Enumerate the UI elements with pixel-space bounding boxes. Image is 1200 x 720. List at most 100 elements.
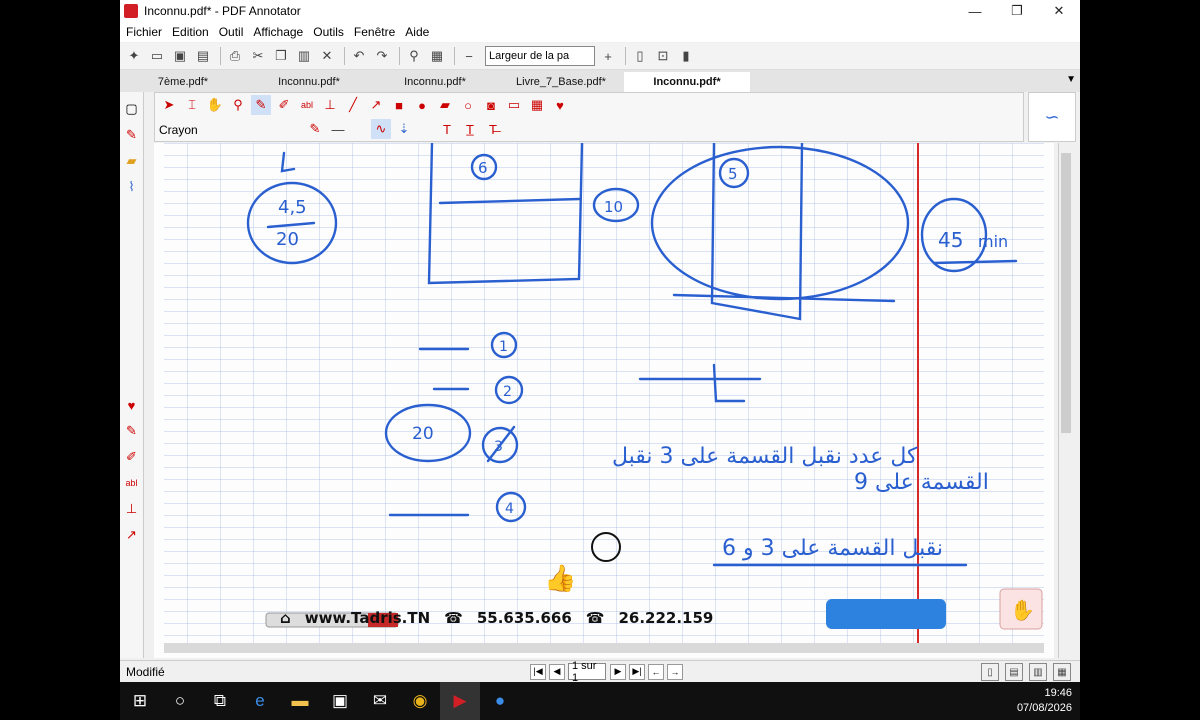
cut-icon[interactable]: ✂ <box>248 46 268 66</box>
favorite-heart-icon[interactable]: ♥ <box>550 95 570 115</box>
app-window: Inconnu.pdf* - PDF Annotator — ❐ ✕ Fichi… <box>120 0 1080 720</box>
fullscreen-icon[interactable]: ▮ <box>676 46 696 66</box>
last-page-icon[interactable]: ▶| <box>629 663 645 680</box>
magnifier-icon[interactable]: ⚲ <box>228 95 248 115</box>
pen-tool-icon[interactable]: ✎ <box>123 422 141 440</box>
menu-fichier[interactable]: Fichier <box>126 25 162 39</box>
maximize-button[interactable]: ❐ <box>996 0 1038 22</box>
marker-icon[interactable]: ✐ <box>274 95 294 115</box>
arrow-icon[interactable]: ↗ <box>366 95 386 115</box>
menu-affichage[interactable]: Affichage <box>253 25 303 39</box>
single-page-icon[interactable]: ▯ <box>630 46 650 66</box>
arrow-tool-icon[interactable]: ↗ <box>123 526 141 544</box>
forward-icon[interactable]: → <box>667 663 683 680</box>
notebook-page[interactable]: 4,5 20 6 5 10 45 min 1 2 3 4 20 كل عدد ن… <box>154 143 1054 658</box>
menu-edition[interactable]: Edition <box>172 25 209 39</box>
delete-icon[interactable]: ✕ <box>317 46 337 66</box>
fit-page-icon[interactable]: ⊡ <box>653 46 673 66</box>
ruler-icon[interactable]: ▭ <box>504 95 524 115</box>
save-as-icon[interactable]: ▤ <box>193 46 213 66</box>
mail-icon[interactable]: ✉ <box>360 682 400 720</box>
paste-icon[interactable]: ▥ <box>294 46 314 66</box>
scrollbar-thumb[interactable] <box>1061 153 1071 433</box>
bookmark-icon[interactable]: ▰ <box>123 152 141 170</box>
tab-livre-7-base[interactable]: Livre_7_Base.pdf* <box>498 72 624 92</box>
task-view-icon[interactable]: ⧉ <box>200 682 240 720</box>
single-view-icon[interactable]: ▯ <box>981 663 999 681</box>
pressure-icon[interactable]: ⇣ <box>394 119 414 139</box>
save-icon[interactable]: ▣ <box>170 46 190 66</box>
tab-7eme[interactable]: 7ème.pdf* <box>120 72 246 92</box>
continuous-view-icon[interactable]: ▤ <box>1005 663 1023 681</box>
hand-icon[interactable]: ✋ <box>205 95 225 115</box>
eraser-icon[interactable]: ▰ <box>435 95 455 115</box>
next-page-icon[interactable]: ▶ <box>610 663 626 680</box>
document-view[interactable]: 4,5 20 6 5 10 45 min 1 2 3 4 20 كل عدد ن… <box>154 143 1054 658</box>
redo-icon[interactable]: ↷ <box>372 46 392 66</box>
undo-icon[interactable]: ↶ <box>349 46 369 66</box>
pen-preview-panel[interactable]: ∽ <box>1028 92 1076 142</box>
attachment-icon[interactable]: ⌇ <box>123 178 141 196</box>
copy-icon[interactable]: ❐ <box>271 46 291 66</box>
pen-favorite-icon[interactable]: ✎ <box>123 126 141 144</box>
min-text: min <box>978 232 1008 251</box>
stamp-tool-icon[interactable]: ⊥ <box>320 95 340 115</box>
two-page-view-icon[interactable]: ▥ <box>1029 663 1047 681</box>
text-underline-icon[interactable]: T̲ <box>460 119 480 139</box>
select-arrow-icon[interactable]: ➤ <box>159 95 179 115</box>
edge-browser-icon[interactable]: e <box>240 682 280 720</box>
page-view-icon[interactable]: ▢ <box>123 100 141 118</box>
text-format-icon[interactable]: T <box>437 119 457 139</box>
first-page-icon[interactable]: |◀ <box>530 663 546 680</box>
store-icon[interactable]: ▣ <box>320 682 360 720</box>
zoom-app-icon[interactable]: ● <box>480 682 520 720</box>
find-icon[interactable]: ⚲ <box>404 46 424 66</box>
tab-inconnu-1[interactable]: Inconnu.pdf* <box>246 72 372 92</box>
zoom-out-icon[interactable]: − <box>459 46 479 66</box>
zoom-select[interactable]: Largeur de la pa <box>485 46 595 66</box>
smoothing-icon[interactable]: ∿ <box>371 119 391 139</box>
highlighter-icon[interactable]: ✐ <box>123 448 141 466</box>
zoom-in-icon[interactable]: + <box>598 46 618 66</box>
text-box-icon[interactable]: abl <box>123 474 141 492</box>
line-width-icon[interactable]: — <box>328 119 348 139</box>
select-text-icon[interactable]: ⌶ <box>182 95 202 115</box>
windows-start-icon[interactable]: ⊞ <box>120 682 160 720</box>
pencil-icon[interactable]: ✎ <box>251 95 271 115</box>
minimize-button[interactable]: — <box>954 0 996 22</box>
open-folder-icon[interactable]: ▭ <box>147 46 167 66</box>
stamp-icon[interactable]: ⊥ <box>123 500 141 518</box>
close-button[interactable]: ✕ <box>1038 0 1080 22</box>
tab-inconnu-active[interactable]: Inconnu.pdf* <box>624 72 750 92</box>
ellipse-icon[interactable]: ● <box>412 95 432 115</box>
chrome-icon[interactable]: ◉ <box>400 682 440 720</box>
favorites-heart-icon[interactable]: ♥ <box>123 396 141 414</box>
search-circle-icon[interactable]: ○ <box>160 682 200 720</box>
text-strike-icon[interactable]: T̶ <box>483 119 503 139</box>
image-icon[interactable]: ▦ <box>527 95 547 115</box>
new-document-icon[interactable]: ✦ <box>124 46 144 66</box>
line-icon[interactable]: ╱ <box>343 95 363 115</box>
camera-icon[interactable]: ◙ <box>481 95 501 115</box>
menu-outil[interactable]: Outil <box>219 25 244 39</box>
page-indicator[interactable]: 1 sur 1 <box>568 660 606 684</box>
menu-outils[interactable]: Outils <box>313 25 344 39</box>
grid-view-icon[interactable]: ▦ <box>1053 663 1071 681</box>
file-explorer-icon[interactable]: ▬ <box>280 682 320 720</box>
layout-icon[interactable]: ▦ <box>427 46 447 66</box>
lasso-icon[interactable]: ○ <box>458 95 478 115</box>
text-field-icon[interactable]: abl <box>297 95 317 115</box>
tab-inconnu-2[interactable]: Inconnu.pdf* <box>372 72 498 92</box>
system-clock[interactable]: 19:46 07/08/2026 <box>1017 686 1072 716</box>
pdf-annotator-taskbar-icon[interactable]: ▶ <box>440 682 480 720</box>
print-icon[interactable]: ⎙ <box>225 46 245 66</box>
menu-fenetre[interactable]: Fenêtre <box>354 25 395 39</box>
pen-color-icon[interactable]: ✎ <box>305 119 325 139</box>
prev-page-icon[interactable]: ◀ <box>549 663 565 680</box>
vertical-scrollbar[interactable] <box>1058 143 1072 658</box>
back-icon[interactable]: ← <box>648 663 664 680</box>
tab-list-dropdown-icon[interactable]: ▼ <box>1066 74 1076 85</box>
tool-options: ✎ — ∿ ⇣ T T̲ T̶ <box>305 119 506 139</box>
rectangle-icon[interactable]: ■ <box>389 95 409 115</box>
menu-aide[interactable]: Aide <box>405 25 429 39</box>
